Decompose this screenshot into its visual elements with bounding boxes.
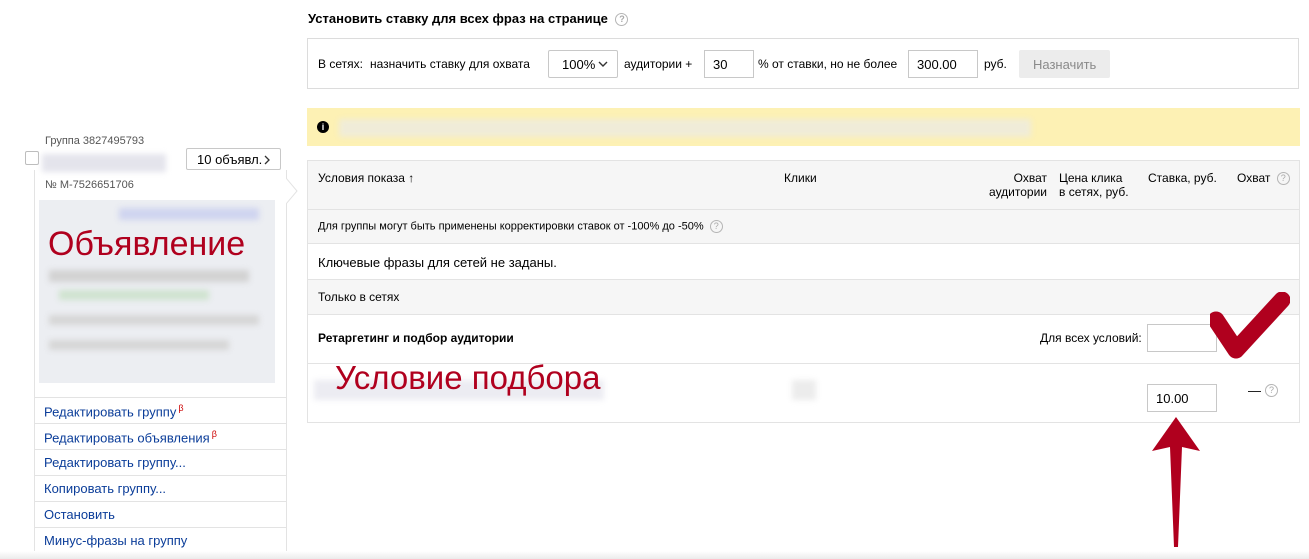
bid-bar-percent-label: % от ставки, но не более bbox=[758, 57, 898, 71]
group-label: Группа 3827495793 bbox=[45, 135, 145, 147]
all-conditions-label: Для всех условий: bbox=[1040, 331, 1142, 345]
notice-text-redacted bbox=[339, 119, 1031, 137]
percent-input[interactable] bbox=[704, 50, 754, 78]
ad-preview-line bbox=[49, 315, 259, 325]
max-bid-input[interactable] bbox=[908, 50, 978, 78]
divider bbox=[34, 527, 286, 528]
checkmark-annotation-icon bbox=[1210, 292, 1290, 359]
col-price-line2: в сетях, руб. bbox=[1059, 185, 1129, 199]
col-clicks: Клики bbox=[784, 171, 817, 185]
ad-preview: Объявление bbox=[39, 200, 275, 383]
condition-clicks-redacted bbox=[792, 380, 816, 400]
chevron-right-icon bbox=[264, 155, 270, 165]
ads-count-label: 10 объявл. bbox=[197, 152, 263, 167]
sidebar-link-edit-group-dialog[interactable]: Редактировать группу... bbox=[44, 455, 186, 470]
sidebar-link-negative-keywords[interactable]: Минус-фразы на группу bbox=[44, 533, 187, 548]
notice-banner: i bbox=[307, 108, 1300, 146]
col-reach: Охват ? bbox=[1237, 171, 1290, 186]
help-icon[interactable]: ? bbox=[1276, 172, 1290, 186]
col-coverage: Охват аудитории bbox=[966, 171, 1047, 199]
group-checkbox[interactable] bbox=[25, 151, 39, 165]
arrow-up-annotation-icon bbox=[1152, 417, 1200, 547]
all-conditions-bid-input[interactable] bbox=[1147, 324, 1217, 352]
beta-badge: β bbox=[211, 429, 217, 439]
coverage-select-value: 100% bbox=[562, 57, 596, 72]
divider bbox=[307, 314, 1300, 315]
ad-preview-line bbox=[119, 208, 259, 220]
sidebar-link-edit-group[interactable]: Редактировать группу β bbox=[44, 403, 184, 419]
info-icon: i bbox=[317, 121, 329, 133]
apply-button[interactable]: Назначить bbox=[1019, 50, 1110, 78]
sidebar-pointer bbox=[286, 178, 298, 204]
coverage-select[interactable]: 100% bbox=[548, 50, 618, 78]
col-bid: Ставка, руб. bbox=[1148, 171, 1217, 185]
help-icon[interactable]: ? bbox=[709, 220, 723, 233]
col-reach-label: Охват bbox=[1237, 171, 1271, 185]
ad-preview-line bbox=[59, 290, 209, 300]
sidebar-link-stop[interactable]: Остановить bbox=[44, 507, 115, 522]
divider bbox=[34, 449, 286, 450]
page-title-text: Установить ставку для всех фраз на стран… bbox=[308, 11, 608, 26]
ad-preview-line bbox=[49, 270, 249, 282]
group-name-redacted bbox=[42, 154, 166, 172]
bid-bar-audience-label: аудитории + bbox=[624, 57, 693, 71]
divider bbox=[34, 423, 286, 424]
adjustment-note: Для группы могут быть применены корректи… bbox=[318, 220, 723, 233]
condition-reach-value: — bbox=[1248, 383, 1261, 398]
ad-number: № M-7526651706 bbox=[45, 179, 134, 191]
col-price: Цена клика в сетях, руб. bbox=[1059, 171, 1129, 199]
col-price-line1: Цена клика bbox=[1059, 171, 1123, 185]
apply-button-label: Назначить bbox=[1033, 57, 1097, 72]
bid-bar-prefix: В сетях: bbox=[318, 57, 363, 71]
col-coverage-line1: Охват bbox=[1013, 171, 1047, 185]
divider bbox=[34, 397, 286, 398]
no-keywords-text: Ключевые фразы для сетей не заданы. bbox=[318, 255, 557, 270]
sidebar-link-edit-ads[interactable]: Редактировать объявления β bbox=[44, 429, 217, 445]
bid-bar-assign-label: назначить ставку для охвата bbox=[370, 57, 530, 71]
currency-label: руб. bbox=[984, 57, 1007, 71]
only-networks-label: Только в сетях bbox=[318, 290, 400, 304]
adjustment-note-text: Для группы могут быть применены корректи… bbox=[318, 220, 704, 233]
condition-bid-input[interactable] bbox=[1147, 384, 1217, 412]
ads-count-button[interactable]: 10 объявл. bbox=[186, 148, 281, 170]
retargeting-title: Ретаргетинг и подбор аудитории bbox=[318, 331, 514, 345]
divider bbox=[307, 243, 1300, 244]
col-conditions[interactable]: Условия показа ↑ bbox=[318, 171, 414, 185]
beta-badge: β bbox=[178, 403, 184, 413]
only-networks-row bbox=[308, 280, 1299, 314]
divider bbox=[34, 501, 286, 502]
sidebar-link-label: Редактировать группу bbox=[44, 404, 177, 420]
col-coverage-line2: аудитории bbox=[989, 185, 1047, 199]
sidebar-right-border bbox=[286, 170, 287, 559]
help-icon[interactable]: ? bbox=[1265, 384, 1278, 397]
divider bbox=[34, 475, 286, 476]
ad-preview-line bbox=[49, 340, 229, 350]
chevron-down-icon bbox=[598, 61, 608, 67]
sidebar-link-copy-group[interactable]: Копировать группу... bbox=[44, 481, 166, 496]
sidebar-link-label: Редактировать объявления bbox=[44, 430, 210, 446]
help-icon[interactable]: ? bbox=[615, 13, 629, 27]
ad-overlay-label: Объявление bbox=[48, 225, 246, 263]
table-header bbox=[308, 161, 1299, 209]
condition-overlay-label: Условие подбора bbox=[335, 359, 601, 396]
bottom-scroll-edge bbox=[0, 551, 1309, 559]
page-title: Установить ставку для всех фраз на стран… bbox=[308, 11, 629, 27]
